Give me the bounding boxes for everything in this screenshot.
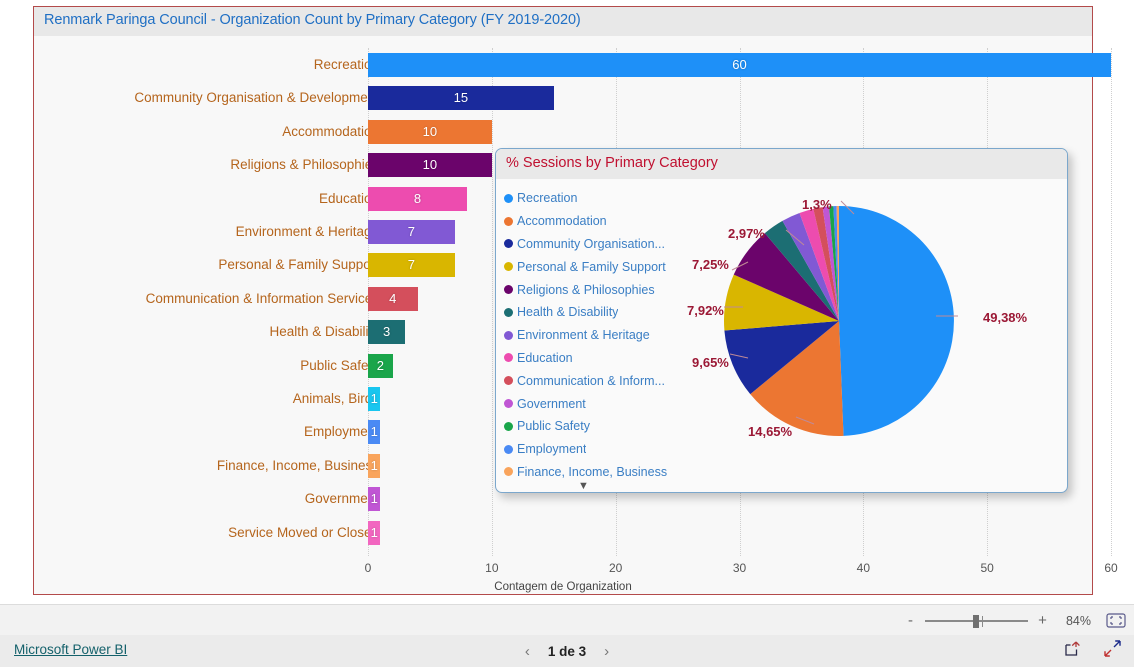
- pie-chart-visual[interactable]: % Sessions by Primary Category Recreatio…: [495, 148, 1068, 493]
- bar-row[interactable]: Community Organisation & Development 15: [34, 81, 1111, 114]
- x-axis-tick-label: 30: [732, 561, 747, 575]
- bar-value-label: 1: [370, 524, 378, 540]
- pie-chart-body: Recreation Accommodation Community Organis…: [496, 179, 1067, 492]
- bar-value-label: 3: [382, 324, 391, 340]
- bar-value-label: 60: [732, 57, 747, 72]
- x-axis-title: Contagem de Organization: [494, 581, 632, 593]
- bar-category-label: Health & Disability: [269, 324, 379, 340]
- bar-value-label: 10: [422, 123, 438, 139]
- bar-value-label: 8: [413, 190, 422, 206]
- microsoft-power-bi-link[interactable]: Microsoft Power BI: [14, 642, 127, 657]
- bar-value-label: 1: [370, 457, 378, 473]
- bar-value-label: 2: [376, 357, 384, 373]
- x-axis-tick-label: 0: [364, 561, 372, 575]
- bar-row[interactable]: Service Moved or Closed 1: [34, 516, 1111, 549]
- bar-category-label: Finance, Income, Business: [216, 457, 379, 473]
- zoom-toolbar: - + 84%: [0, 604, 1134, 637]
- pie-percent-label: 2,97%: [728, 226, 765, 241]
- page-navigation: ‹ 1 de 3 ›: [525, 635, 609, 667]
- bar-category-label: Accommodation: [282, 123, 379, 139]
- footer-actions: [1064, 635, 1122, 667]
- chevron-left-icon[interactable]: ‹: [525, 644, 530, 659]
- bar-category-label: Community Organisation & Development: [134, 90, 379, 106]
- share-export-icon[interactable]: [1064, 640, 1081, 662]
- bar-value-label: 7: [407, 224, 415, 239]
- zoom-slider-notch: [982, 615, 983, 627]
- x-axis-tick-label: 60: [1104, 561, 1118, 575]
- zoom-in-button[interactable]: +: [1037, 613, 1048, 628]
- report-canvas: Renmark Paringa Council - Organization C…: [0, 0, 1134, 604]
- bar-row[interactable]: Recreation 60: [34, 48, 1111, 81]
- bar-value-label: 1: [370, 491, 378, 507]
- bar-category-label: Personal & Family Support: [218, 257, 379, 273]
- x-axis-tick-label: 20: [608, 561, 623, 575]
- fit-to-page-icon[interactable]: [1106, 613, 1126, 628]
- bar-category-label: Animals, Birds: [292, 391, 379, 406]
- bar-value-label: 1: [370, 391, 378, 406]
- x-axis-tick-label: 40: [856, 561, 871, 575]
- bar-row[interactable]: Accommodation 10: [34, 115, 1111, 148]
- gridline: [1111, 48, 1113, 556]
- x-axis-tick-label: 10: [485, 561, 499, 575]
- bar-category-label: Religions & Philosophies: [230, 157, 379, 173]
- bar-category-label: Service Moved or Closed: [228, 524, 379, 540]
- bar-chart-title: Renmark Paringa Council - Organization C…: [44, 12, 581, 28]
- page-indicator: 1 de 3: [547, 643, 587, 659]
- pie-percent-label: 9,65%: [692, 355, 729, 370]
- report-footer: Microsoft Power BI ‹ 1 de 3 ›: [0, 635, 1134, 667]
- bar-value-label: 1: [370, 424, 378, 440]
- pie-percent-label: 14,65%: [748, 424, 793, 439]
- pie-chart-title: % Sessions by Primary Category: [506, 155, 718, 171]
- bar-category-label: Communication & Information Services: [145, 290, 379, 306]
- pie-slice[interactable]: [839, 206, 954, 436]
- power-bi-report-viewer: Renmark Paringa Council - Organization C…: [0, 0, 1134, 667]
- bar-value-label: 10: [422, 157, 438, 173]
- zoom-slider-thumb[interactable]: [973, 614, 979, 628]
- pie-percent-label: 1,3%: [802, 197, 832, 212]
- pie-percent-label: 7,25%: [692, 257, 729, 272]
- pie-graphic: 49,38% 14,65% 9,65% 7,92% 7,25% 2,97% 1,3%: [496, 179, 1067, 492]
- chevron-right-icon[interactable]: ›: [604, 644, 609, 659]
- x-axis-tick-label: 50: [980, 561, 994, 575]
- zoom-control-group: - + 84%: [905, 605, 1126, 636]
- bar-category-label: Environment & Heritage: [235, 224, 379, 239]
- pie-percent-label: 49,38%: [983, 310, 1028, 325]
- zoom-level-label: 84%: [1065, 613, 1091, 628]
- bar-value-label: 7: [407, 257, 415, 273]
- bar-value-label: 15: [453, 90, 469, 106]
- zoom-out-button[interactable]: -: [905, 613, 916, 628]
- pie-percent-label: 7,92%: [687, 303, 724, 318]
- pie-svg: [724, 200, 958, 436]
- fullscreen-icon[interactable]: [1103, 639, 1122, 663]
- zoom-slider[interactable]: [925, 614, 1028, 628]
- bar-value-label: 4: [389, 290, 397, 306]
